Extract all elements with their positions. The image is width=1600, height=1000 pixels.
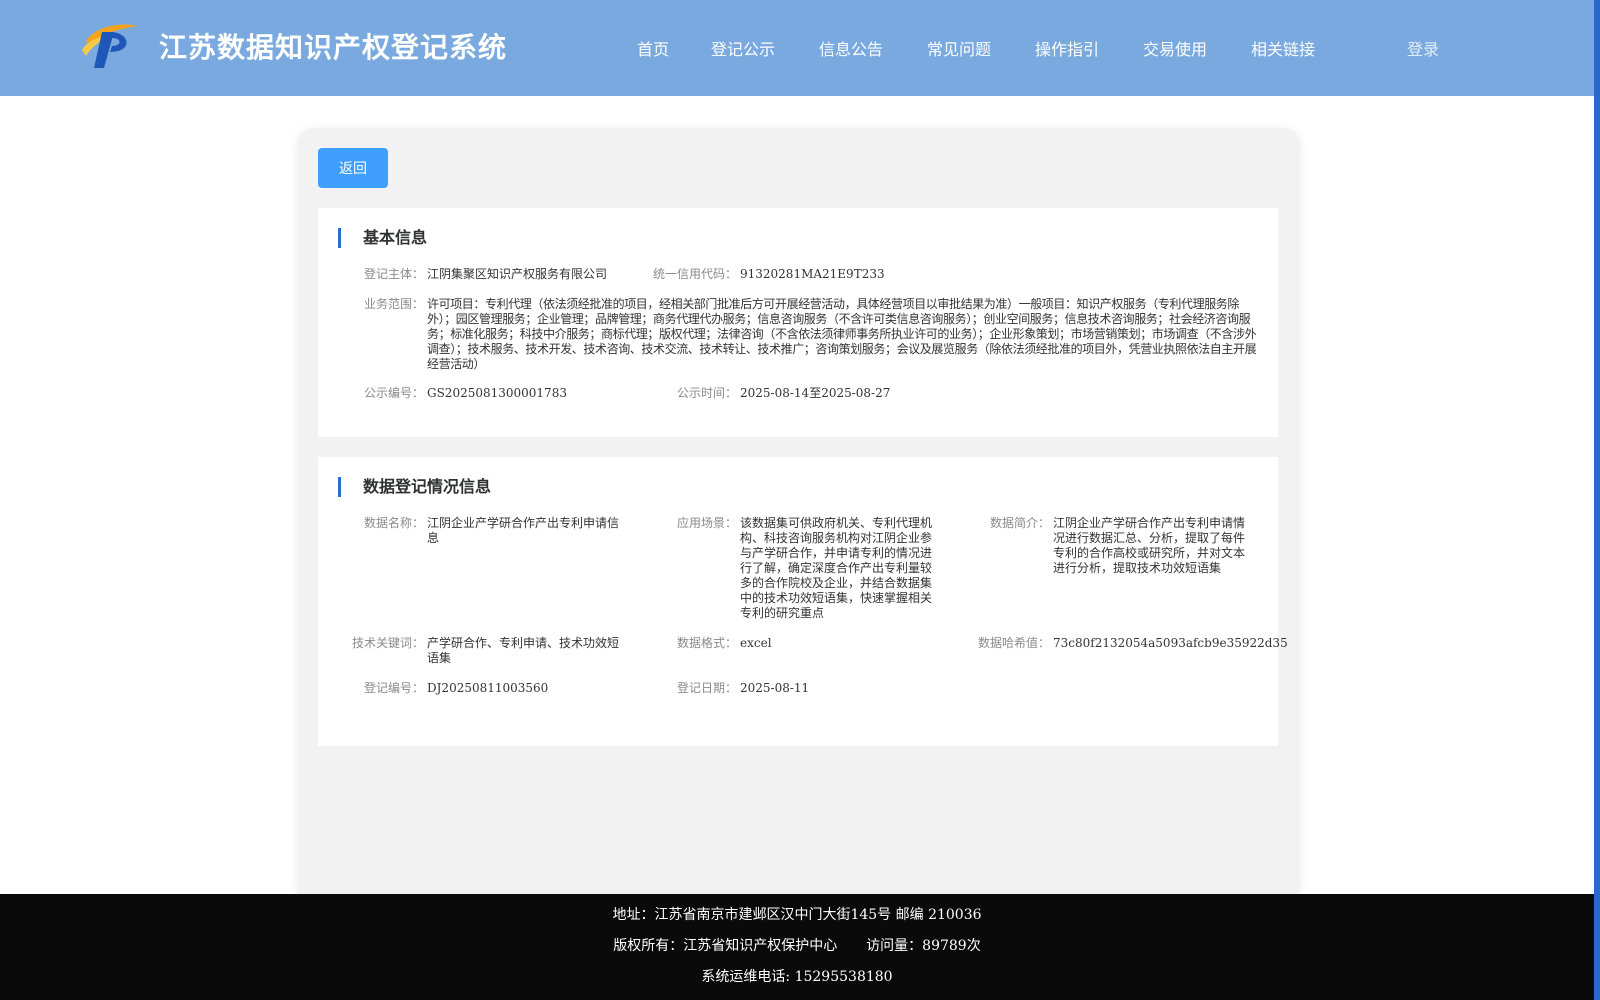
- basic-info-card: 基本信息 登记主体： 江阴集聚区知识产权服务有限公司 统一信用代码： 91320…: [318, 208, 1278, 437]
- data-name-value: 江阴企业产学研合作产出专利申请信息: [427, 516, 620, 545]
- nav-operation-guide[interactable]: 操作指引: [1035, 36, 1099, 60]
- publication-no-value: GS2025081300001783: [427, 386, 567, 400]
- header-bar: 江苏数据知识产权登记系统 首页 登记公示 信息公告 常见问题 操作指引 交易使用…: [0, 0, 1594, 96]
- nav-home[interactable]: 首页: [637, 36, 669, 60]
- data-summary-value: 江阴企业产学研合作产出专利申请情况进行数据汇总、分析，提取了每件专利的合作高校或…: [1053, 516, 1246, 575]
- publication-no-label: 公示编号：: [363, 386, 424, 400]
- nav-faq[interactable]: 常见问题: [927, 36, 991, 60]
- data-registration-card: 数据登记情况信息 数据名称： 江阴企业产学研合作产出专利申请信息 应用场景： 该…: [318, 457, 1288, 746]
- business-scope-label: 业务范围：: [363, 297, 424, 311]
- application-scenario-label: 应用场景：: [676, 516, 737, 530]
- data-summary-label: 数据简介：: [989, 516, 1050, 530]
- nav-trade-use[interactable]: 交易使用: [1143, 36, 1207, 60]
- nav-related-links[interactable]: 相关链接: [1251, 36, 1315, 60]
- credit-code-value: 91320281MA21E9T233: [740, 267, 885, 281]
- data-hash-value: 73c80f2132054a5093afcb9e35922d35: [1053, 636, 1288, 650]
- application-scenario-value: 该数据集可供政府机关、专利代理机构、科技咨询服务机构对江阴企业参与产学研合作，并…: [740, 516, 933, 620]
- registration-date-value: 2025-08-11: [740, 681, 810, 695]
- registrant-value: 江阴集聚区知识产权服务有限公司: [427, 267, 608, 281]
- credit-code-label: 统一信用代码：: [652, 267, 737, 281]
- business-scope-value: 许可项目：专利代理（依法须经批准的项目，经相关部门批准后方可开展经营活动，具体经…: [427, 297, 1257, 371]
- footer-phone: 系统运维电话: 15295538180: [701, 969, 893, 985]
- detail-panel: 返回 基本信息 登记主体： 江阴集聚区知识产权服务有限公司 统一信用代码： 91…: [298, 128, 1299, 900]
- data-registration-title: 数据登记情况信息: [338, 477, 491, 497]
- footer: 地址：江苏省南京市建邺区汉中门大街145号 邮编 210036 版权所有：江苏省…: [0, 894, 1594, 1000]
- data-format-value: excel: [740, 636, 772, 650]
- keywords-value: 产学研合作、专利申请、技术功效短语集: [427, 636, 620, 665]
- footer-copyright: 版权所有：江苏省知识产权保护中心: [613, 938, 838, 954]
- back-button[interactable]: 返回: [318, 148, 388, 188]
- data-hash-label: 数据哈希值：: [977, 636, 1050, 650]
- nav-info-announcement[interactable]: 信息公告: [819, 36, 883, 60]
- data-name-label: 数据名称：: [363, 516, 424, 530]
- publication-time-value: 2025-08-14至2025-08-27: [740, 386, 891, 400]
- login-link[interactable]: 登录: [1407, 36, 1439, 60]
- site-title: 江苏数据知识产权登记系统: [159, 31, 508, 64]
- nav-registration-notice[interactable]: 登记公示: [711, 36, 775, 60]
- publication-time-label: 公示时间：: [676, 386, 737, 400]
- page: 江苏数据知识产权登记系统 首页 登记公示 信息公告 常见问题 操作指引 交易使用…: [0, 0, 1600, 1000]
- footer-address: 地址：江苏省南京市建邺区汉中门大街145号 邮编 210036: [612, 907, 982, 923]
- basic-info-title: 基本信息: [338, 228, 427, 248]
- keywords-label: 技术关键词：: [351, 636, 424, 650]
- registration-date-label: 登记日期：: [676, 681, 737, 695]
- ip-logo-icon[interactable]: [80, 20, 140, 70]
- footer-visit-count: 访问量：89789次: [866, 938, 981, 954]
- data-format-label: 数据格式：: [676, 636, 737, 650]
- registrant-label: 登记主体：: [363, 267, 424, 281]
- footer-copyright-row: 版权所有：江苏省知识产权保护中心 访问量：89789次: [0, 935, 1594, 955]
- registration-no-label: 登记编号：: [363, 681, 424, 695]
- registration-no-value: DJ20250811003560: [427, 681, 549, 695]
- scrollbar-strip: [1594, 0, 1600, 1000]
